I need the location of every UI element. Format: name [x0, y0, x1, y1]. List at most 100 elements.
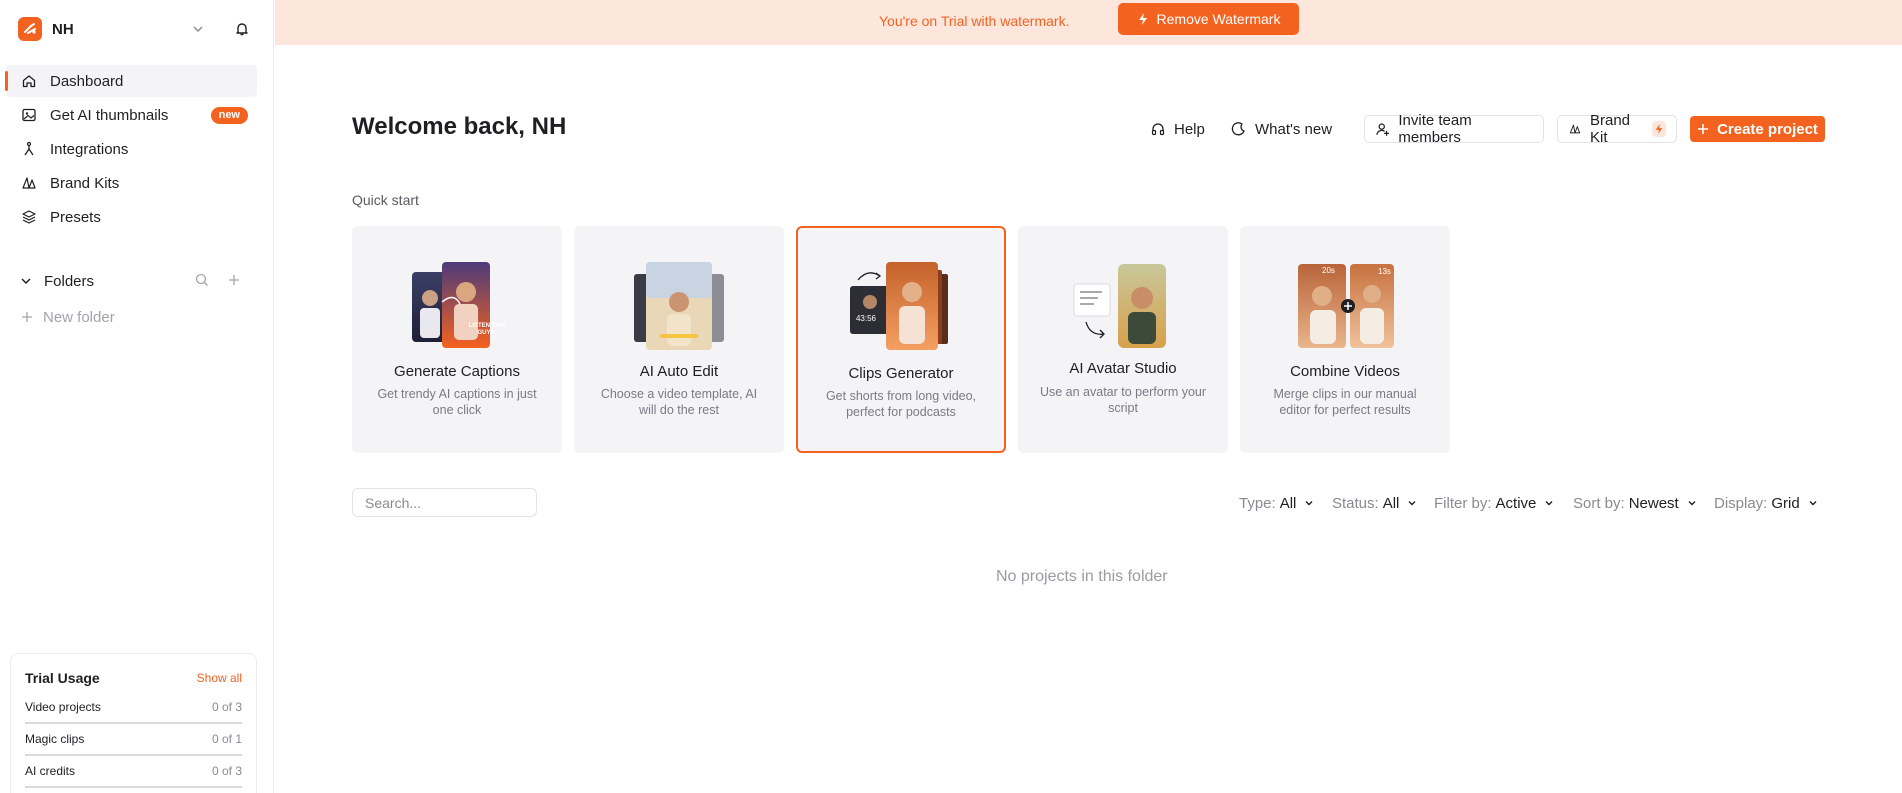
trial-usage-panel: Trial Usage Show all Video projects 0 of… — [10, 653, 257, 793]
card-desc: Choose a video template, AI will do the … — [600, 387, 758, 417]
help-button[interactable]: Help — [1150, 118, 1205, 140]
filter-value: Active — [1495, 494, 1537, 512]
card-title: AI Auto Edit — [639, 363, 719, 380]
quick-start-card-combine-videos[interactable]: 20s 13s Combine Videos Merge clips in ou… — [1240, 226, 1450, 453]
image-icon — [20, 106, 38, 124]
filter-label: Status: — [1332, 494, 1379, 512]
usage-label: Magic clips — [25, 732, 85, 746]
filter-status-dropdown[interactable]: Status: All — [1332, 493, 1419, 513]
card-title: Clips Generator — [848, 365, 954, 382]
ai-auto-edit-illustration — [634, 262, 724, 350]
search-input[interactable] — [352, 488, 537, 517]
combine-videos-duration-a: 20s — [1322, 266, 1335, 275]
quick-start-card-ai-avatar-studio[interactable]: AI Avatar Studio Use an avatar to perfor… — [1018, 226, 1228, 453]
trial-banner: You're on Trial with watermark. Remove W… — [275, 0, 1902, 45]
clips-generator-illustration — [850, 262, 948, 350]
show-all-link[interactable]: Show all — [197, 671, 242, 685]
headphones-icon — [1151, 123, 1165, 136]
usage-value: 0 of 3 — [211, 764, 242, 778]
clips-generator-duration: 43:56 — [855, 314, 877, 323]
chevron-down-icon — [1687, 497, 1699, 509]
lightning-icon — [1652, 121, 1666, 137]
usage-row: AI credits 0 of 3 — [25, 756, 242, 788]
whats-new-button[interactable]: What's new — [1231, 118, 1332, 140]
create-project-button[interactable]: Create project — [1690, 116, 1825, 142]
usage-value: 0 of 3 — [211, 700, 242, 714]
sidebar-item-label: Presets — [50, 208, 101, 226]
trial-usage-title: Trial Usage — [25, 670, 100, 686]
sidebar-item-label: Dashboard — [50, 72, 124, 90]
new-folder-button[interactable]: New folder — [20, 307, 115, 327]
filter-value: All — [1279, 494, 1297, 512]
card-desc: Get shorts from long video, perfect for … — [825, 389, 977, 419]
filter-label: Display: — [1714, 494, 1768, 512]
sidebar-item-dashboard[interactable]: Dashboard — [5, 65, 257, 97]
quick-start-card-ai-auto-edit[interactable]: AI Auto Edit Choose a video template, AI… — [574, 226, 784, 453]
invite-label: Invite team members — [1398, 112, 1472, 146]
brand-kit-icon — [20, 174, 38, 192]
chevron-down-icon — [1304, 497, 1316, 509]
whats-new-label: What's new — [1255, 120, 1333, 138]
sidebar-nav: Dashboard Get AI thumbnails new Integrat… — [5, 65, 257, 235]
workspace-name: NH — [52, 20, 74, 38]
chevron-down-icon[interactable] — [20, 274, 34, 288]
sparkle-moon-icon — [1231, 122, 1245, 136]
usage-row: Magic clips 0 of 1 — [25, 724, 242, 756]
filter-label: Type: — [1239, 494, 1276, 512]
search-icon[interactable] — [194, 272, 212, 290]
display-dropdown[interactable]: Display: Grid — [1714, 493, 1820, 513]
chevron-down-icon[interactable] — [188, 19, 208, 39]
usage-row: Video projects 0 of 3 — [25, 692, 242, 724]
integrations-icon — [20, 140, 38, 158]
combine-videos-duration-b: 13s — [1378, 267, 1391, 276]
sidebar-item-integrations[interactable]: Integrations — [6, 133, 257, 165]
card-desc: Merge clips in our manual editor for per… — [1273, 387, 1417, 417]
brand-kit-icon — [1569, 124, 1581, 134]
card-title: Combine Videos — [1290, 363, 1400, 380]
card-title: AI Avatar Studio — [1069, 360, 1177, 377]
folders-section[interactable]: Folders — [20, 270, 248, 292]
filter-type-dropdown[interactable]: Type: All — [1239, 493, 1316, 513]
quick-start-label: Quick start — [352, 192, 419, 208]
app-logo-icon — [18, 17, 42, 41]
card-desc: Use an avatar to perform your script — [1039, 385, 1207, 415]
lightning-icon — [1138, 13, 1147, 25]
sort-by-dropdown[interactable]: Sort by: Newest — [1573, 493, 1699, 513]
banner-text: You're on Trial with watermark. — [879, 13, 1070, 29]
filter-by-dropdown[interactable]: Filter by: Active — [1434, 493, 1556, 513]
generate-captions-overlay: LISTEN THIS GUYS! — [468, 323, 506, 336]
bell-icon[interactable] — [231, 18, 253, 40]
plus-icon — [1698, 124, 1709, 134]
sidebar-item-label: Integrations — [50, 140, 129, 158]
add-folder-icon[interactable] — [226, 272, 244, 290]
filter-value: Newest — [1628, 494, 1679, 512]
usage-value: 0 of 1 — [211, 732, 242, 746]
help-label: Help — [1174, 120, 1205, 138]
sidebar-item-label: Brand Kits — [50, 174, 120, 192]
brand-kit-button[interactable]: Brand Kit — [1557, 112, 1677, 146]
quick-start-card-clips-generator[interactable]: 43:56 Clips Generator Get shorts from lo… — [796, 226, 1006, 453]
ai-avatar-studio-illustration — [1073, 264, 1166, 348]
filter-value: Grid — [1771, 494, 1800, 512]
filter-value: All — [1382, 494, 1400, 512]
chevron-down-icon — [1544, 497, 1556, 509]
create-project-label: Create project — [1717, 120, 1818, 138]
usage-label: AI credits — [25, 764, 76, 778]
home-icon — [20, 72, 38, 90]
sidebar-item-ai-thumbnails[interactable]: Get AI thumbnails new — [6, 99, 257, 131]
sidebar-item-brand-kits[interactable]: Brand Kits — [6, 167, 257, 199]
layers-icon — [20, 208, 38, 226]
folders-label: Folders — [44, 272, 95, 290]
remove-watermark-button[interactable]: Remove Watermark — [1118, 3, 1299, 35]
usage-label: Video projects — [25, 700, 101, 714]
plus-icon — [22, 312, 32, 322]
chevron-down-icon — [1808, 497, 1820, 509]
add-user-icon — [1376, 123, 1389, 136]
quick-start-card-generate-captions[interactable]: LISTEN THIS GUYS! Generate Captions Get … — [352, 226, 562, 453]
sidebar-item-presets[interactable]: Presets — [6, 201, 257, 233]
card-title: Generate Captions — [394, 363, 520, 380]
workspace-switcher[interactable]: NH — [18, 17, 258, 41]
filter-label: Filter by: — [1434, 494, 1492, 512]
invite-team-button[interactable]: Invite team members — [1364, 112, 1544, 146]
new-folder-label: New folder — [43, 308, 115, 326]
